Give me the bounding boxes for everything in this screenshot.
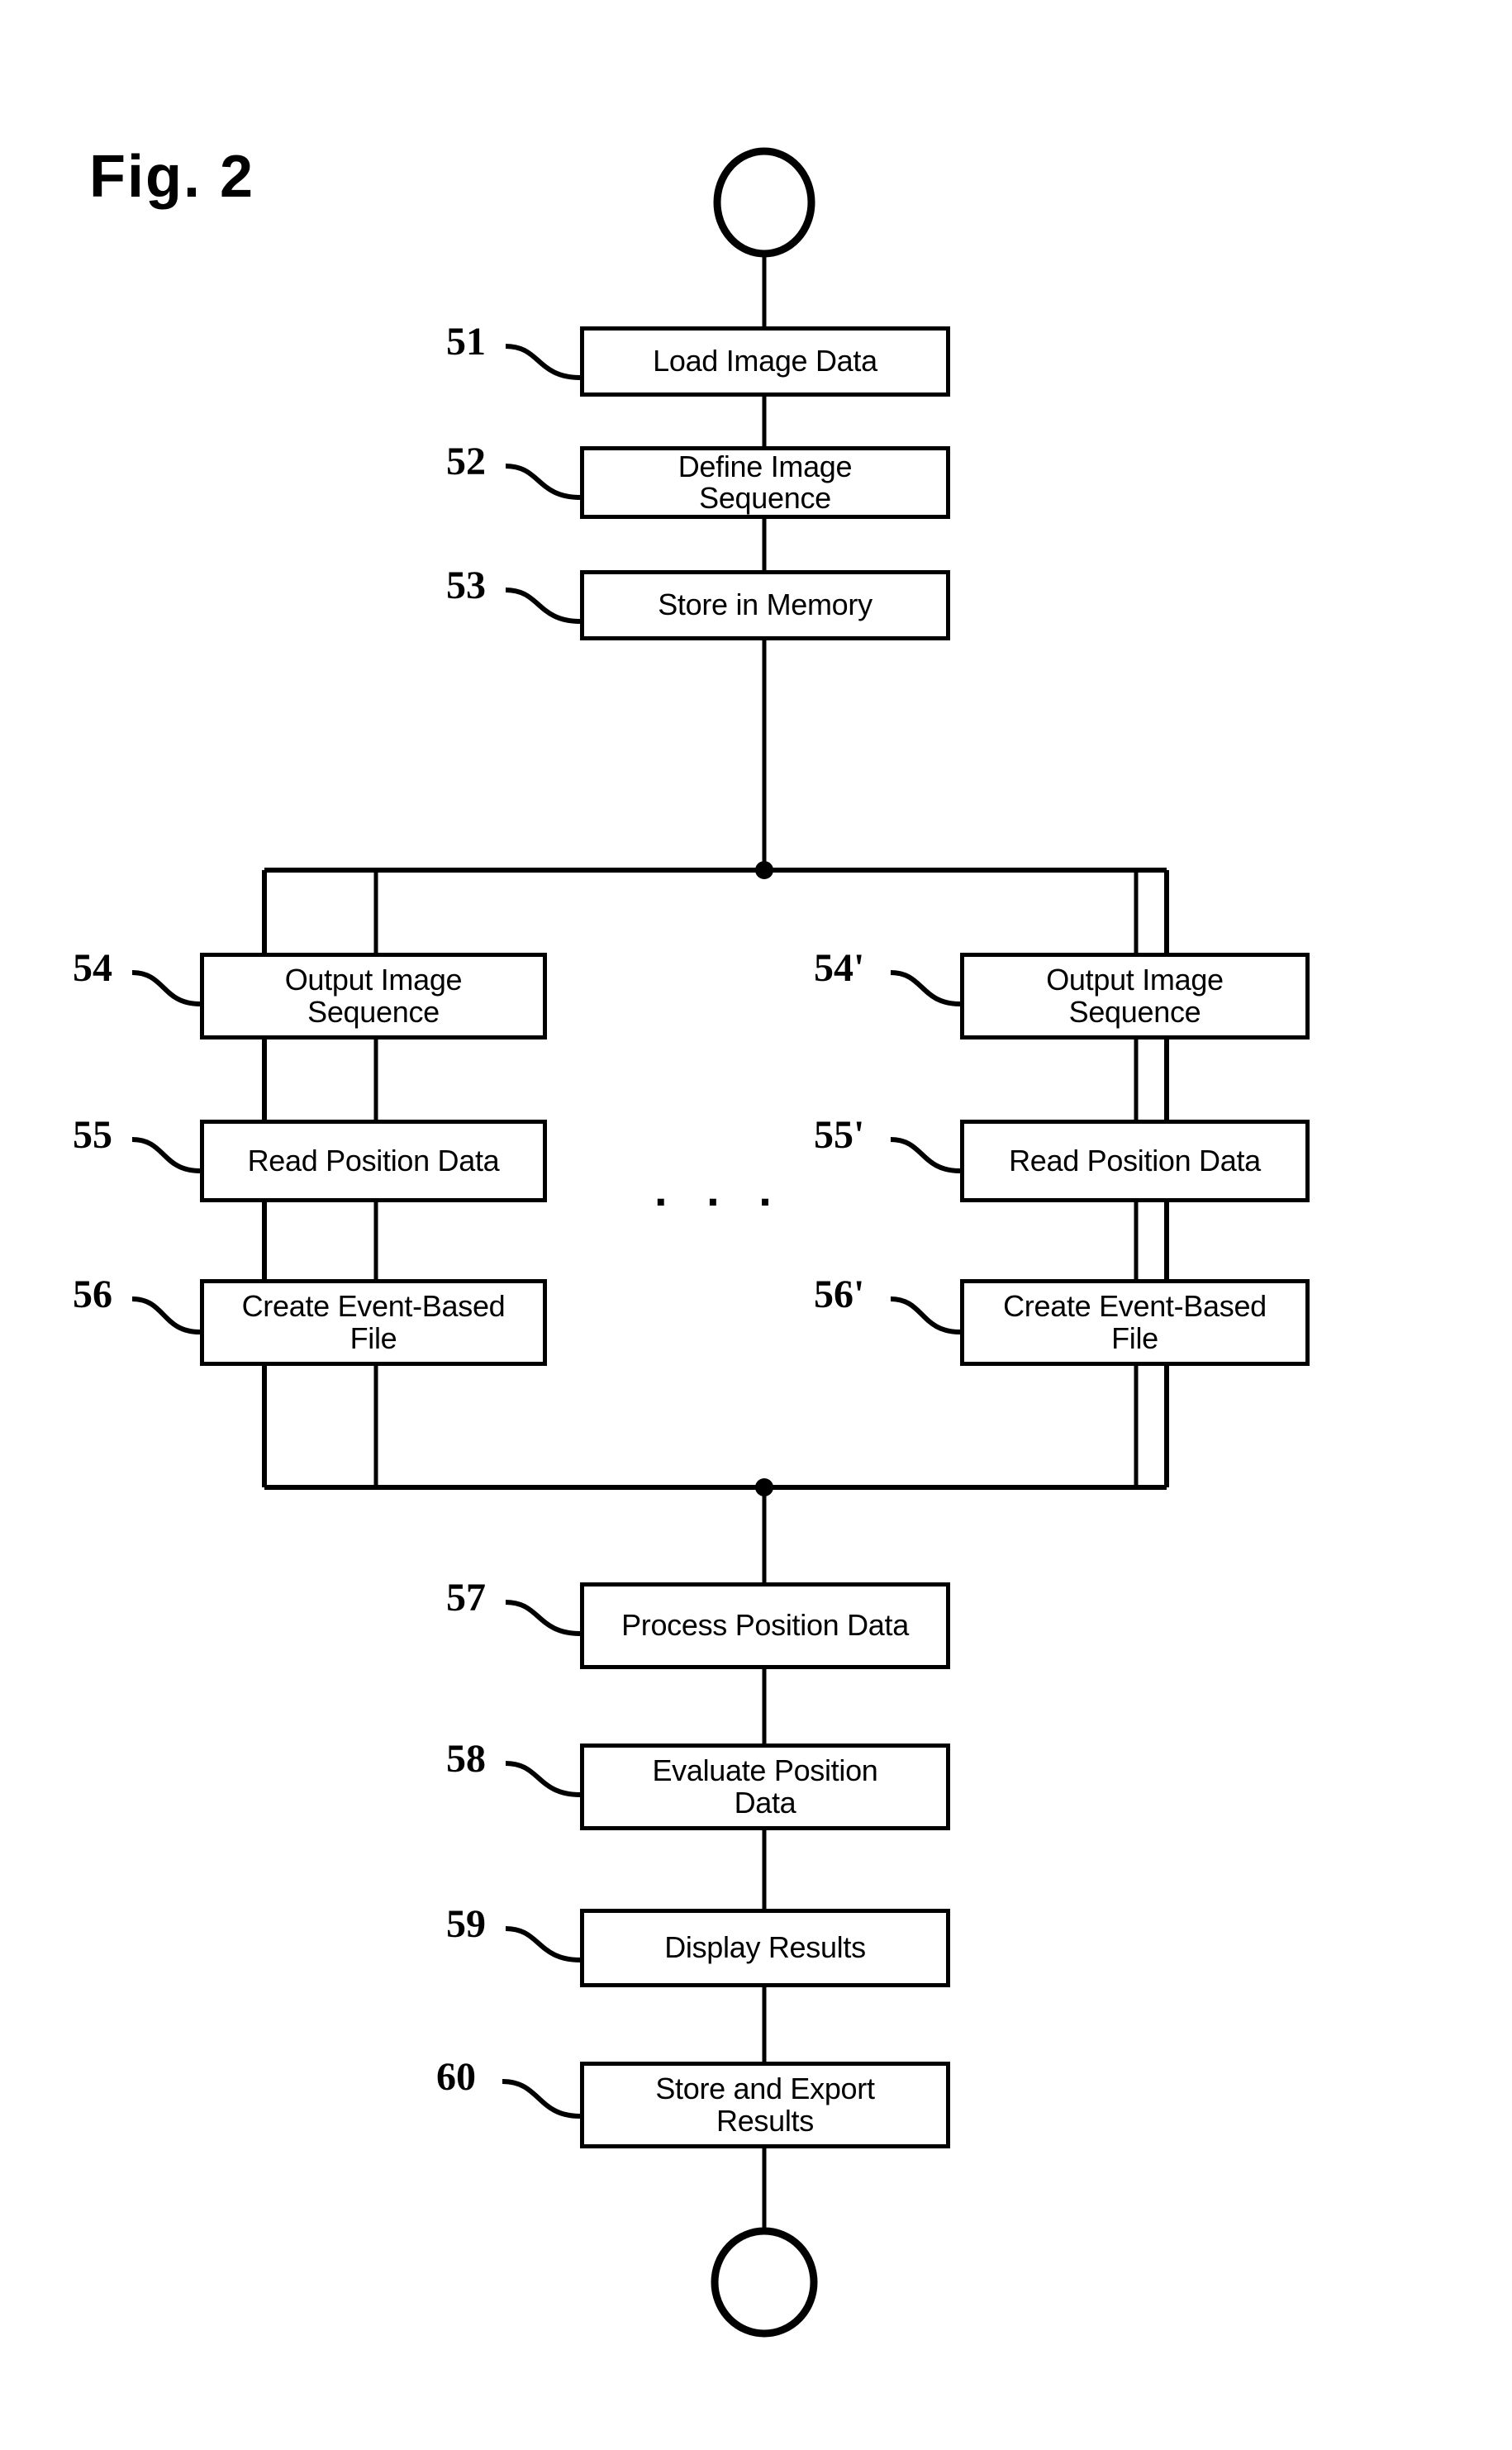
reference-numeral-57: 57	[446, 1576, 486, 1620]
process-box-54p: Output Image Sequence	[960, 953, 1310, 1039]
reference-numeral-52: 52	[446, 440, 486, 483]
patent-figure-page: Fig. 2 . . . Load Image Data Define Image…	[0, 0, 1512, 2450]
process-box-label: Read Position Data	[247, 1143, 500, 1177]
reference-numeral-53: 53	[446, 564, 486, 607]
branch-ellipsis: . . .	[654, 1163, 785, 1215]
leader-line-55-prime	[890, 1137, 961, 1173]
reference-numeral-55p: 55'	[814, 1113, 865, 1157]
process-box-label: Create Event-Based File	[1003, 1289, 1267, 1355]
process-box-label: Output Image Sequence	[1046, 963, 1224, 1029]
reference-numeral-54: 54	[73, 946, 112, 990]
process-box-label: Define Image Sequence	[678, 449, 853, 515]
process-box-54: Output Image Sequence	[200, 953, 547, 1039]
reference-numeral-60: 60	[436, 2055, 476, 2099]
leader-line-56	[131, 1296, 201, 1334]
leader-line-57	[505, 1600, 581, 1636]
process-box-60: Store and Export Results	[580, 2062, 950, 2148]
leader-line-59	[505, 1926, 581, 1962]
reference-numeral-51: 51	[446, 320, 486, 364]
process-box-label: Store and Export Results	[655, 2072, 875, 2138]
process-box-label: Evaluate Position Data	[652, 1753, 878, 1820]
process-box-58: Evaluate Position Data	[580, 1744, 950, 1830]
process-box-label: Process Position Data	[621, 1608, 909, 1643]
leader-line-55	[131, 1137, 201, 1173]
start-terminator-icon	[713, 147, 815, 258]
process-box-label: Load Image Data	[653, 344, 877, 378]
process-box-label: Store in Memory	[658, 588, 872, 622]
leader-line-54	[131, 970, 201, 1006]
process-box-56: Create Event-Based File	[200, 1279, 547, 1366]
figure-title: Fig. 2	[89, 144, 255, 210]
process-box-55: Read Position Data	[200, 1120, 547, 1202]
process-box-label: Read Position Data	[1009, 1143, 1261, 1177]
process-box-label: Create Event-Based File	[241, 1289, 506, 1355]
leader-line-53	[505, 588, 581, 624]
fork-junction-dot	[755, 861, 773, 879]
process-box-59: Display Results	[580, 1909, 950, 1987]
process-box-label: Display Results	[664, 1930, 866, 1965]
process-box-57: Process Position Data	[580, 1582, 950, 1669]
leader-line-56-prime	[890, 1296, 961, 1334]
reference-numeral-59: 59	[446, 1902, 486, 1946]
leader-line-58	[505, 1761, 581, 1797]
process-box-56p: Create Event-Based File	[960, 1279, 1310, 1366]
process-box-51: Load Image Data	[580, 326, 950, 397]
reference-numeral-56: 56	[73, 1273, 112, 1316]
process-box-label: Output Image Sequence	[284, 963, 463, 1029]
reference-numeral-56p: 56'	[814, 1273, 865, 1316]
process-box-52: Define Image Sequence	[580, 446, 950, 519]
leader-line-54-prime	[890, 970, 961, 1006]
end-terminator-icon	[711, 2227, 818, 2338]
reference-numeral-55: 55	[73, 1113, 112, 1157]
leader-line-60	[502, 2079, 581, 2119]
leader-line-52	[505, 464, 581, 500]
reference-numeral-54p: 54'	[814, 946, 865, 990]
reference-numeral-58: 58	[446, 1737, 486, 1781]
process-box-55p: Read Position Data	[960, 1120, 1310, 1202]
leader-line-51	[505, 344, 581, 380]
process-box-53: Store in Memory	[580, 570, 950, 640]
